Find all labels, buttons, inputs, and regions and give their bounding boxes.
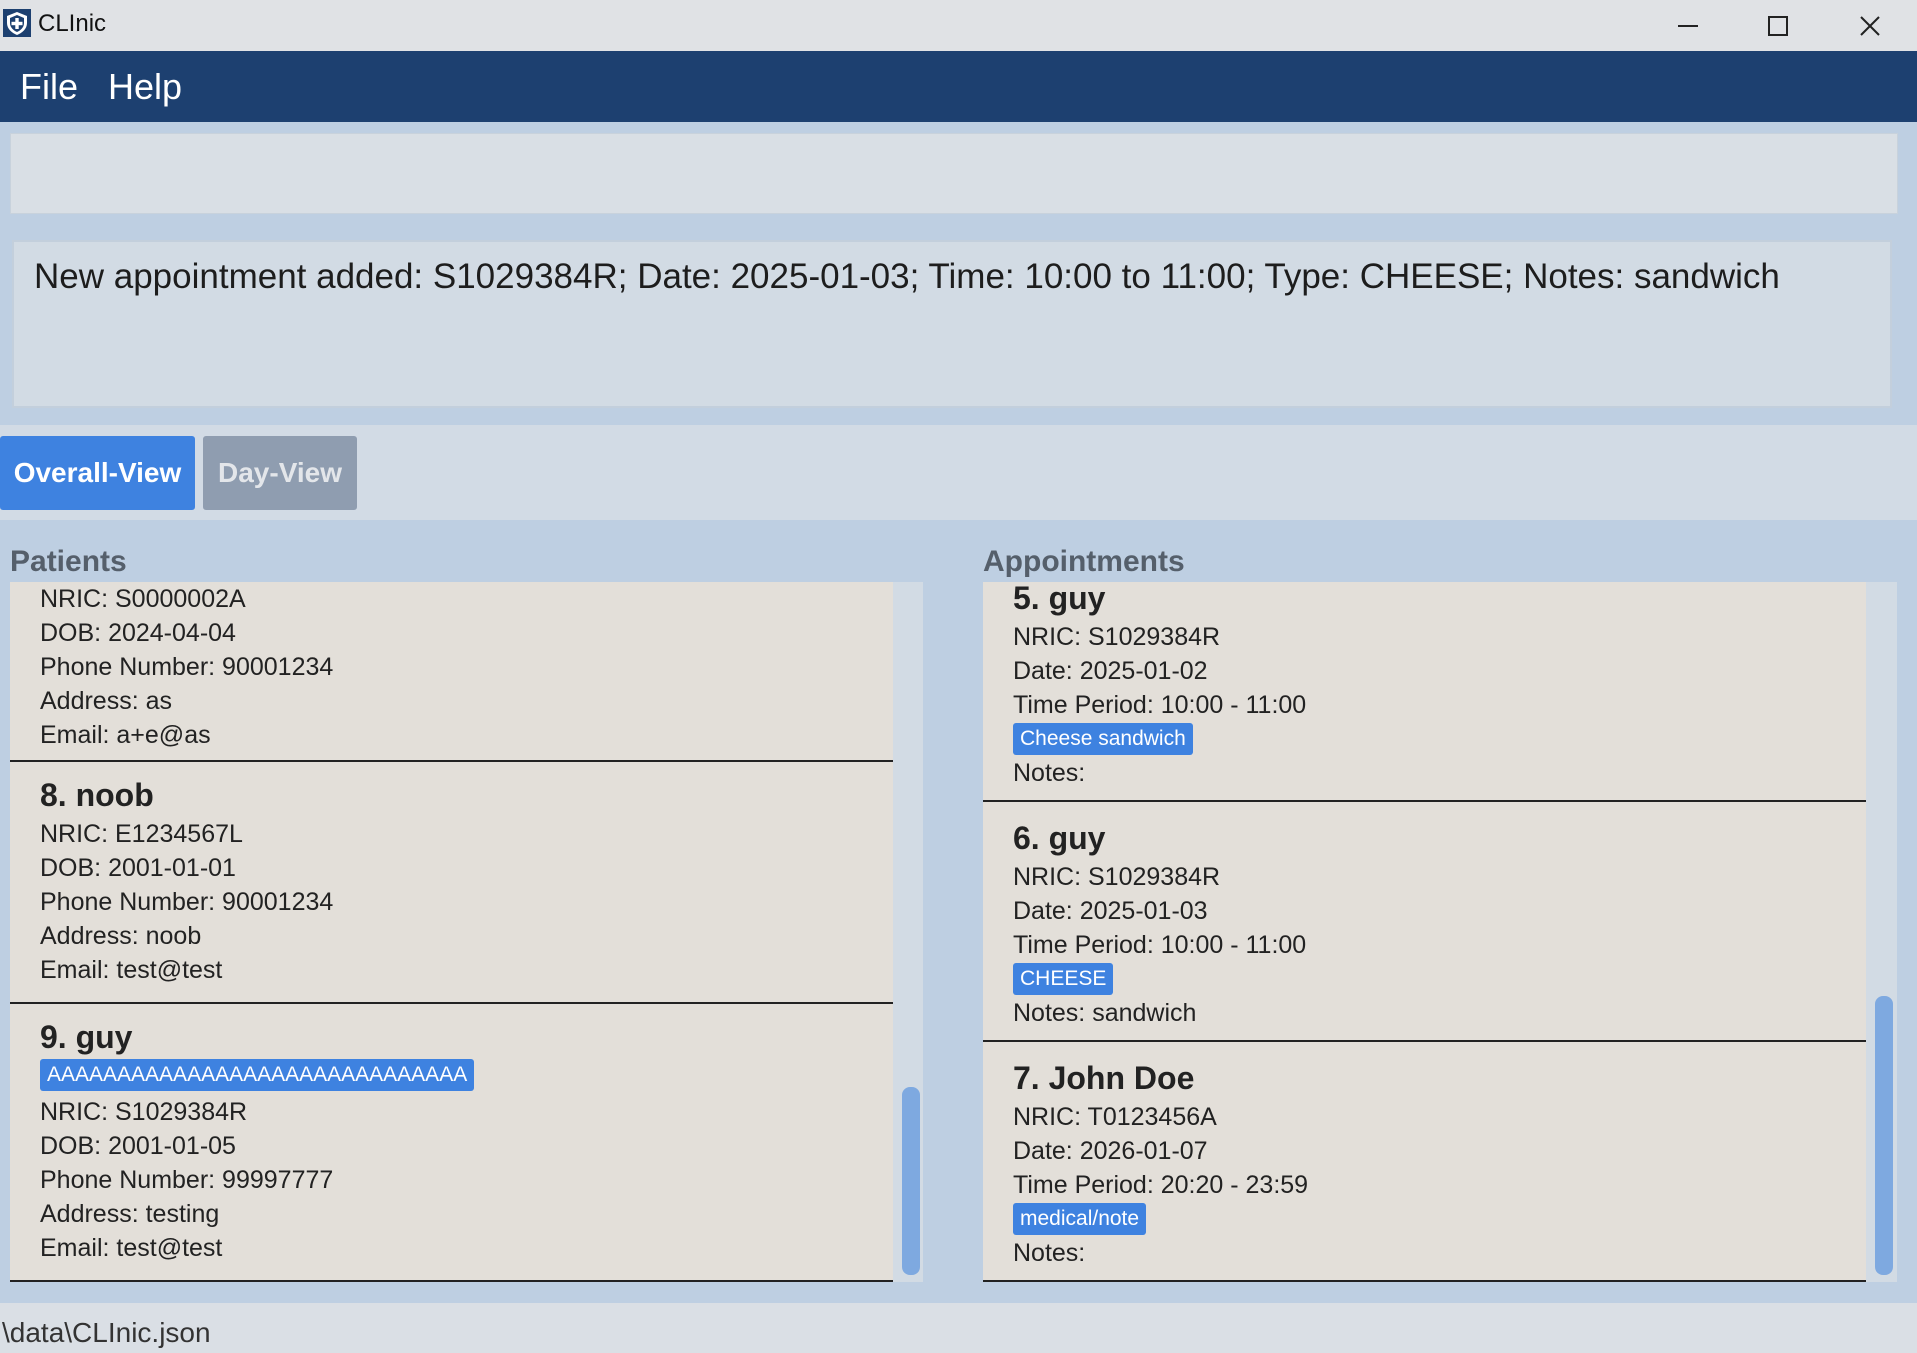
patient-dob: DOB: 2024-04-04 [40,619,236,647]
appointments-title: Appointments [983,545,1185,578]
patient-name: 8. noob [40,777,154,813]
patient-address: Address: testing [40,1200,220,1228]
appointment-card[interactable]: 6. guy NRIC: S1029384R Date: 2025-01-03 … [983,802,1866,1042]
patient-dob: DOB: 2001-01-05 [40,1132,236,1160]
patient-scroll-thumb[interactable] [902,1087,920,1275]
patient-tag: AAAAAAAAAAAAAAAAAAAAAAAAAAAAAA [40,1059,475,1091]
patient-phone: Phone Number: 99997777 [40,1166,334,1194]
menu-bar [0,51,1917,122]
appointment-notes: Notes: sandwich [1013,999,1197,1027]
close-icon [1860,15,1880,36]
appointment-card[interactable]: 7. John Doe NRIC: T0123456A Date: 2026-0… [983,1042,1866,1282]
patients-title: Patients [10,545,127,578]
minimize-icon [1678,24,1698,27]
title-bar [0,0,1917,51]
patient-phone: Phone Number: 90001234 [40,888,334,916]
menu-file[interactable]: File [20,51,78,122]
appointment-nric: NRIC: T0123456A [1013,1103,1217,1131]
appointment-name: 7. John Doe [1013,1060,1195,1096]
status-bar [0,1303,1917,1353]
command-input[interactable] [10,133,1898,214]
patient-email: Email: test@test [40,956,223,984]
patient-card[interactable]: 8. noob NRIC: E1234567L DOB: 2001-01-01 … [10,762,893,1004]
tab-day-view[interactable]: Day-View [203,436,357,510]
appointment-scrollbar[interactable] [1871,582,1897,1282]
appointment-card[interactable]: 5. guy NRIC: S1029384R Date: 2025-01-02 … [983,582,1866,802]
appointment-nric: NRIC: S1029384R [1013,623,1221,651]
appointment-list[interactable]: 5. guy NRIC: S1029384R Date: 2025-01-02 … [983,582,1897,1282]
appointment-name: 5. guy [1013,582,1106,616]
appointment-time: Time Period: 20:20 - 23:59 [1013,1171,1309,1199]
appointment-scroll-thumb[interactable] [1875,996,1893,1275]
appointment-time: Time Period: 10:00 - 11:00 [1013,931,1307,959]
maximize-button[interactable] [1733,0,1823,51]
patient-scrollbar[interactable] [898,582,922,1282]
appointment-notes: Notes: [1013,759,1086,787]
appointment-date: Date: 2025-01-03 [1013,897,1208,925]
appointment-tag: medical/note [1013,1203,1147,1235]
appointment-tag: Cheese sandwich [1013,723,1193,755]
appointment-name: 6. guy [1013,820,1106,856]
maximize-icon [1768,15,1788,36]
appointment-notes: Notes: [1013,1239,1086,1267]
menu-help[interactable]: Help [108,51,182,122]
patient-address: Address: as [40,687,173,715]
patient-list[interactable]: NRIC: S0000002A DOB: 2024-04-04 Phone Nu… [10,582,923,1282]
appointment-tag: CHEESE [1013,963,1114,995]
minimize-button[interactable] [1643,0,1733,51]
appointment-date: Date: 2025-01-02 [1013,657,1208,685]
patient-email: Email: test@test [40,1234,223,1262]
tab-overall-view[interactable]: Overall-View [0,436,195,510]
patient-nric: NRIC: S1029384R [40,1098,248,1126]
window-title: CLInic [38,10,107,37]
patient-card[interactable]: 9. guy AAAAAAAAAAAAAAAAAAAAAAAAAAAAAA NR… [10,1004,893,1282]
patient-phone: Phone Number: 90001234 [40,653,334,681]
patient-nric: NRIC: S0000002A [40,585,246,613]
appointment-nric: NRIC: S1029384R [1013,863,1221,891]
patient-address: Address: noob [40,922,202,950]
patient-email: Email: a+e@as [40,721,211,749]
save-location: \data\CLInic.json [2,1317,211,1348]
patient-name: 9. guy [40,1019,133,1055]
app-shield-icon [2,8,32,38]
patient-dob: DOB: 2001-01-01 [40,854,236,882]
patient-nric: NRIC: E1234567L [40,820,243,848]
result-message: New appointment added: S1029384R; Date: … [34,257,1780,296]
patient-card[interactable]: NRIC: S0000002A DOB: 2024-04-04 Phone Nu… [10,582,893,762]
appointment-time: Time Period: 10:00 - 11:00 [1013,691,1307,719]
close-button[interactable] [1825,0,1915,51]
appointment-date: Date: 2026-01-07 [1013,1137,1208,1165]
